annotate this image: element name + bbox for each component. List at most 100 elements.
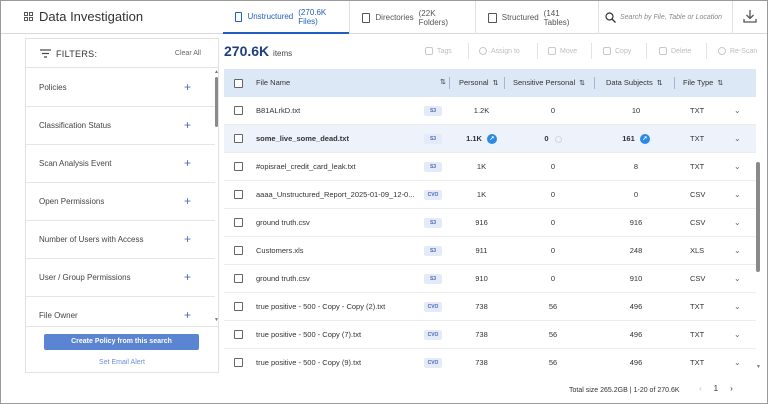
delete-button[interactable]: Delete: [659, 45, 691, 57]
scroll-thumb[interactable]: [215, 77, 218, 127]
row-checkbox[interactable]: [234, 302, 243, 311]
sort-icon[interactable]: ⇅: [579, 80, 585, 87]
file-name[interactable]: true positive - 500 - Copy (7).txt: [256, 321, 416, 349]
scroll-thumb[interactable]: [756, 162, 760, 272]
rescan-button[interactable]: Re-Scan: [718, 45, 757, 57]
next-page-icon[interactable]: ›: [730, 384, 733, 393]
row-checkbox[interactable]: [234, 246, 243, 255]
expand-chevron-icon[interactable]: ⌄: [734, 265, 741, 293]
expand-chevron-icon[interactable]: ⌄: [734, 349, 741, 375]
sort-icon[interactable]: ⇅: [717, 80, 723, 87]
tab-structured[interactable]: Structured (141 Tables): [476, 1, 598, 34]
assign-to-button[interactable]: Assign to: [479, 45, 520, 57]
copy-button[interactable]: Copy: [603, 45, 631, 57]
plus-icon[interactable]: +: [184, 232, 191, 246]
personal-count: 911: [459, 237, 504, 265]
filter-scan-analysis-event[interactable]: Scan Analysis Event +: [26, 145, 215, 183]
external-link-icon[interactable]: ↗: [486, 134, 497, 145]
row-checkbox[interactable]: [234, 190, 243, 199]
table-row[interactable]: true positive - 500 - Copy (7).txt CVO 738…: [224, 321, 756, 349]
current-page[interactable]: 1: [714, 384, 718, 393]
table-row[interactable]: ground truth.csv S3 916 0 916 CSV ⌄: [224, 209, 756, 237]
expand-chevron-icon[interactable]: ⌄: [734, 237, 741, 265]
filter-user-group-permissions[interactable]: User / Group Permissions +: [26, 259, 215, 297]
plus-icon[interactable]: +: [184, 118, 191, 132]
column-header-personal[interactable]: Personal ⇅: [459, 69, 507, 97]
source-badge: S3: [424, 134, 442, 144]
file-name[interactable]: B81ALrkD.txt: [256, 97, 416, 125]
file-name[interactable]: some_live_some_dead.txt: [256, 125, 416, 153]
table-row[interactable]: true positive - 500 - Copy - Copy (2).tx…: [224, 293, 756, 321]
user-icon: [479, 47, 487, 55]
sort-icon[interactable]: ⇅: [440, 69, 446, 97]
subjects-value: 248: [629, 246, 643, 255]
table-row[interactable]: true positive - 500 - Copy (9).txt CVO 738…: [224, 349, 756, 375]
search-input[interactable]: Search by File, Table or Location: [605, 7, 727, 27]
file-name[interactable]: aaaa_Unstructured_Report_2025-01-09_12-0…: [256, 181, 416, 209]
scroll-up-icon[interactable]: ▲: [214, 69, 219, 75]
column-header-file-type[interactable]: File Type ⇅: [683, 69, 743, 97]
expand-chevron-icon[interactable]: ⌄: [734, 153, 741, 181]
filter-number-of-users[interactable]: Number of Users with Access +: [26, 221, 215, 259]
column-header-sensitive-personal[interactable]: Sensitive Personal ⇅: [513, 69, 601, 97]
file-name[interactable]: Customers.xls: [256, 237, 416, 265]
tab-unstructured[interactable]: Unstructured (270.6K Files): [223, 1, 349, 34]
filter-file-owner[interactable]: File Owner +: [26, 297, 215, 327]
info-icon[interactable]: [554, 135, 562, 143]
expand-chevron-icon[interactable]: ⌄: [734, 321, 741, 349]
table-row[interactable]: aaaa_Unstructured_Report_2025-01-09_12-0…: [224, 181, 756, 209]
sort-icon[interactable]: ⇅: [657, 80, 663, 87]
scroll-down-icon[interactable]: ▼: [756, 364, 761, 370]
filters-scrollbar[interactable]: ▲ ▼: [214, 69, 219, 327]
table-row[interactable]: Customers.xls S3 911 0 248 XLS ⌄: [224, 237, 756, 265]
row-checkbox[interactable]: [234, 106, 243, 115]
table-row[interactable]: some_live_some_dead.txt S3 1.1K ↗ 0 161 ↗ TXT ⌄: [224, 125, 756, 153]
refresh-icon: [718, 47, 726, 55]
clear-all-button[interactable]: Clear All: [175, 50, 201, 57]
plus-icon[interactable]: +: [184, 156, 191, 170]
column-label: File Name: [256, 78, 291, 87]
row-checkbox[interactable]: [234, 274, 243, 283]
filter-policies[interactable]: Policies +: [26, 69, 215, 107]
row-checkbox[interactable]: [234, 134, 243, 143]
select-all-checkbox[interactable]: [234, 79, 243, 88]
row-checkbox[interactable]: [234, 330, 243, 339]
expand-chevron-icon[interactable]: ⌄: [734, 181, 741, 209]
tags-button[interactable]: Tags: [425, 45, 452, 57]
file-name[interactable]: true positive - 500 - Copy - Copy (2).tx…: [256, 293, 416, 321]
expand-chevron-icon[interactable]: ⌄: [734, 293, 741, 321]
expand-chevron-icon[interactable]: ⌄: [734, 125, 741, 153]
plus-icon[interactable]: +: [184, 308, 191, 322]
create-policy-button[interactable]: Create Policy from this search: [44, 334, 199, 350]
column-header-file-name[interactable]: File Name ⇅: [256, 69, 446, 97]
file-name[interactable]: ground truth.csv: [256, 209, 416, 237]
prev-page-icon[interactable]: ‹: [699, 384, 702, 393]
row-checkbox[interactable]: [234, 358, 243, 367]
filter-open-permissions[interactable]: Open Permissions +: [26, 183, 215, 221]
table-scrollbar[interactable]: ▼: [756, 99, 761, 374]
tab-directories[interactable]: Directories (22K Folders): [350, 1, 475, 34]
expand-chevron-icon[interactable]: ⌄: [734, 97, 741, 125]
set-email-alert-link[interactable]: Set Email Alert: [26, 359, 218, 366]
scroll-down-icon[interactable]: ▼: [214, 317, 219, 323]
total-size: Total size 265.2GB: [569, 387, 628, 394]
row-checkbox[interactable]: [234, 218, 243, 227]
app-window: Data Investigation Unstructured (270.6K …: [0, 0, 768, 404]
expand-chevron-icon[interactable]: ⌄: [734, 209, 741, 237]
table-row[interactable]: #opisrael_credit_card_leak.txt S3 1K 0 8 TXT ⌄: [224, 153, 756, 181]
file-name[interactable]: true positive - 500 - Copy (9).txt: [256, 349, 416, 375]
sort-icon[interactable]: ⇅: [493, 80, 499, 87]
plus-icon[interactable]: +: [184, 80, 191, 94]
plus-icon[interactable]: +: [184, 194, 191, 208]
move-button[interactable]: Move: [548, 45, 577, 57]
personal-count: 738: [459, 293, 504, 321]
file-name[interactable]: ground truth.csv: [256, 265, 416, 293]
table-row[interactable]: ground truth.csv S3 910 0 910 CSV ⌄: [224, 265, 756, 293]
download-icon[interactable]: [742, 8, 758, 24]
plus-icon[interactable]: +: [184, 270, 191, 284]
external-link-icon[interactable]: ↗: [639, 134, 650, 145]
filter-classification-status[interactable]: Classification Status +: [26, 107, 215, 145]
table-row[interactable]: B81ALrkD.txt S3 1.2K 0 10 TXT ⌄: [224, 97, 756, 125]
file-name[interactable]: #opisrael_credit_card_leak.txt: [256, 153, 416, 181]
row-checkbox[interactable]: [234, 162, 243, 171]
